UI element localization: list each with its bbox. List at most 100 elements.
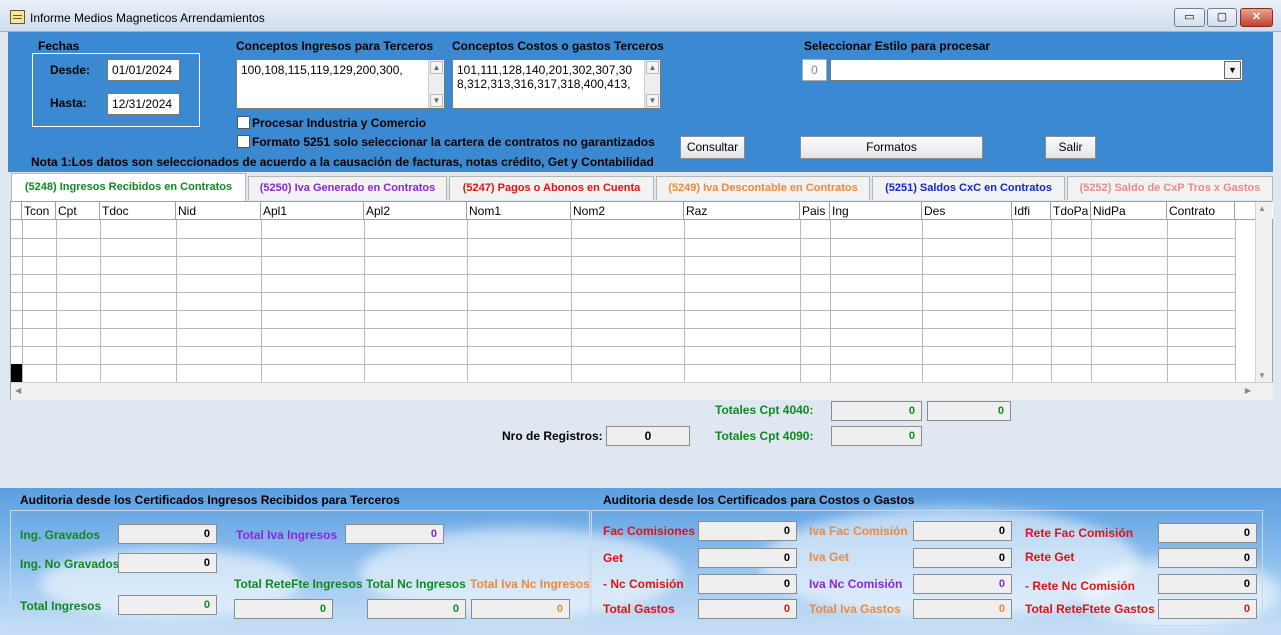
rete-get-value: 0 <box>1158 548 1257 568</box>
ing-gravados-label: Ing. Gravados <box>20 528 101 542</box>
close-button[interactable]: ✕ <box>1240 8 1273 27</box>
scroll-down-icon[interactable]: ▼ <box>646 94 659 107</box>
tab-5247[interactable]: (5247) Pagos o Abonos en Cuenta <box>449 176 654 200</box>
total-iva-ingresos-value: 0 <box>345 524 444 544</box>
grid-line <box>100 220 101 382</box>
conceptos-costos-scrollbar[interactable]: ▲ ▼ <box>644 60 660 108</box>
tab-5251[interactable]: (5251) Saldos CxC en Contratos <box>872 176 1065 200</box>
nc-comision-value: 0 <box>698 574 797 594</box>
column-header[interactable]: Apl2 <box>364 202 467 220</box>
get-value: 0 <box>698 548 797 568</box>
total-retefte-ingresos-label: Total ReteFte Ingresos <box>234 577 363 591</box>
industria-checkbox[interactable] <box>237 116 250 129</box>
column-header[interactable]: Contrato <box>1167 202 1235 220</box>
total-iva-gastos-value: 0 <box>913 599 1012 619</box>
scroll-up-icon[interactable]: ▲ <box>646 61 659 74</box>
conceptos-ingresos-label: Conceptos Ingresos para Terceros <box>236 39 434 53</box>
column-header[interactable]: TdoPa <box>1051 202 1091 220</box>
iva-get-label: Iva Get <box>809 550 850 564</box>
formatos-button[interactable]: Formatos <box>800 136 983 159</box>
hasta-label: Hasta: <box>50 96 87 110</box>
tab-5248[interactable]: (5248) Ingresos Recibidos en Contratos <box>11 173 246 201</box>
grid-line <box>56 220 57 382</box>
iva-nc-comision-value: 0 <box>913 574 1012 594</box>
rete-fac-comision-label: Rete Fac Comisión <box>1025 526 1134 540</box>
grid-header: Tcon Cpt Tdoc Nid Apl1 Apl2 Nom1 Nom2 Ra… <box>11 202 1273 220</box>
table-row <box>11 364 1235 365</box>
estilo-select[interactable]: ▼ <box>830 59 1243 81</box>
rete-nc-comision-label: - Rete Nc Comisión <box>1025 579 1136 593</box>
desde-label: Desde: <box>50 63 91 77</box>
totales-cpt4090-a: 0 <box>831 426 922 446</box>
conceptos-ingresos-value: 100,108,115,119,129,200,300, <box>241 63 403 77</box>
grid-horizontal-scrollbar[interactable]: ◀ ▶ <box>11 382 1273 400</box>
conceptos-costos-value: 101,111,128,140,201,302,307,308,312,313,… <box>457 63 633 91</box>
rete-nc-comision-value: 0 <box>1158 574 1257 594</box>
column-header[interactable]: Apl1 <box>261 202 364 220</box>
grid-line <box>1051 220 1052 382</box>
nro-registros-value: 0 <box>606 426 690 446</box>
grid-line <box>922 220 923 382</box>
column-header[interactable]: Nom2 <box>571 202 684 220</box>
chevron-down-icon[interactable]: ▼ <box>1224 61 1241 79</box>
auditoria-ingresos-title: Auditoria desde los Certificados Ingreso… <box>20 493 400 507</box>
column-header[interactable]: Idfi <box>1012 202 1051 220</box>
conceptos-costos-label: Conceptos Costos o gastos Terceros <box>452 39 664 53</box>
grid-line <box>1012 220 1013 382</box>
column-header[interactable]: Cpt <box>56 202 100 220</box>
column-header[interactable]: Des <box>922 202 1012 220</box>
fac-comisiones-label: Fac Comisiones <box>603 524 696 538</box>
table-row <box>11 256 1235 257</box>
minimize-button[interactable]: ▭ <box>1174 8 1205 27</box>
scroll-down-icon[interactable]: ▼ <box>430 94 443 107</box>
grid-line <box>364 220 365 382</box>
total-gastos-value: 0 <box>698 599 797 619</box>
tab-5250[interactable]: (5250) Iva Generado en Contratos <box>248 176 447 200</box>
total-retefte-gastos-value: 0 <box>1158 599 1257 619</box>
data-grid[interactable]: Tcon Cpt Tdoc Nid Apl1 Apl2 Nom1 Nom2 Ra… <box>10 201 1273 400</box>
auditoria-area: Auditoria desde los Certificados Ingreso… <box>0 488 1281 635</box>
formato5251-label: Formato 5251 solo seleccionar la cartera… <box>252 135 655 149</box>
grid-vertical-scrollbar[interactable]: ▲ ▼ <box>1255 202 1272 382</box>
tab-5249[interactable]: (5249) Iva Descontable en Contratos <box>656 176 870 200</box>
hasta-field[interactable]: 12/31/2024 <box>107 93 180 115</box>
column-header[interactable]: NidPa <box>1091 202 1167 220</box>
desde-field[interactable]: 01/01/2024 <box>107 59 180 81</box>
iva-nc-comision-label: Iva Nc Comisión <box>809 577 903 591</box>
column-header[interactable]: Nom1 <box>467 202 571 220</box>
tab-5250-label: (5250) Iva Generado en Contratos <box>259 182 436 194</box>
scroll-right-icon[interactable]: ▶ <box>1245 386 1251 395</box>
column-header[interactable]: Raz <box>684 202 800 220</box>
total-iva-nc-ingresos-value: 0 <box>471 599 570 619</box>
fechas-label: Fechas <box>38 39 80 53</box>
table-row <box>11 238 1235 239</box>
salir-button[interactable]: Salir <box>1045 136 1096 159</box>
total-nc-ingresos-value: 0 <box>367 599 466 619</box>
tab-5251-label: (5251) Saldos CxC en Contratos <box>885 182 1052 194</box>
scroll-left-icon[interactable]: ◀ <box>15 386 21 395</box>
column-header[interactable]: Tcon <box>22 202 56 220</box>
scroll-down-icon[interactable]: ▼ <box>1258 371 1266 380</box>
formato5251-checkbox[interactable] <box>237 135 250 148</box>
get-label: Get <box>603 551 624 565</box>
nota-text: Nota 1:Los datos son seleccionados de ac… <box>31 155 654 169</box>
tab-5252[interactable]: (5252) Saldo de CxP Tros x Gastos <box>1067 176 1273 200</box>
grid-line <box>571 220 572 382</box>
column-header[interactable]: Tdoc <box>100 202 176 220</box>
window-title: Informe Medios Magneticos Arrendamientos <box>30 11 265 25</box>
column-header[interactable]: Pais <box>800 202 830 220</box>
nro-registros-label: Nro de Registros: <box>502 429 603 443</box>
conceptos-ingresos-textarea[interactable]: 100,108,115,119,129,200,300, ▲ ▼ <box>236 59 445 109</box>
consultar-button[interactable]: Consultar <box>680 136 745 159</box>
maximize-button[interactable]: ▢ <box>1207 8 1237 27</box>
ing-no-gravados-value: 0 <box>118 553 217 573</box>
conceptos-costos-textarea[interactable]: 101,111,128,140,201,302,307,308,312,313,… <box>452 59 661 109</box>
scroll-up-icon[interactable]: ▲ <box>1258 204 1266 213</box>
conceptos-ingresos-scrollbar[interactable]: ▲ ▼ <box>428 60 444 108</box>
column-header[interactable]: Ing <box>830 202 922 220</box>
scroll-up-icon[interactable]: ▲ <box>430 61 443 74</box>
rete-fac-comision-value: 0 <box>1158 523 1257 543</box>
column-header[interactable]: Nid <box>176 202 261 220</box>
tab-5252-label: (5252) Saldo de CxP Tros x Gastos <box>1079 182 1261 194</box>
iva-fac-comision-value: 0 <box>913 521 1012 541</box>
